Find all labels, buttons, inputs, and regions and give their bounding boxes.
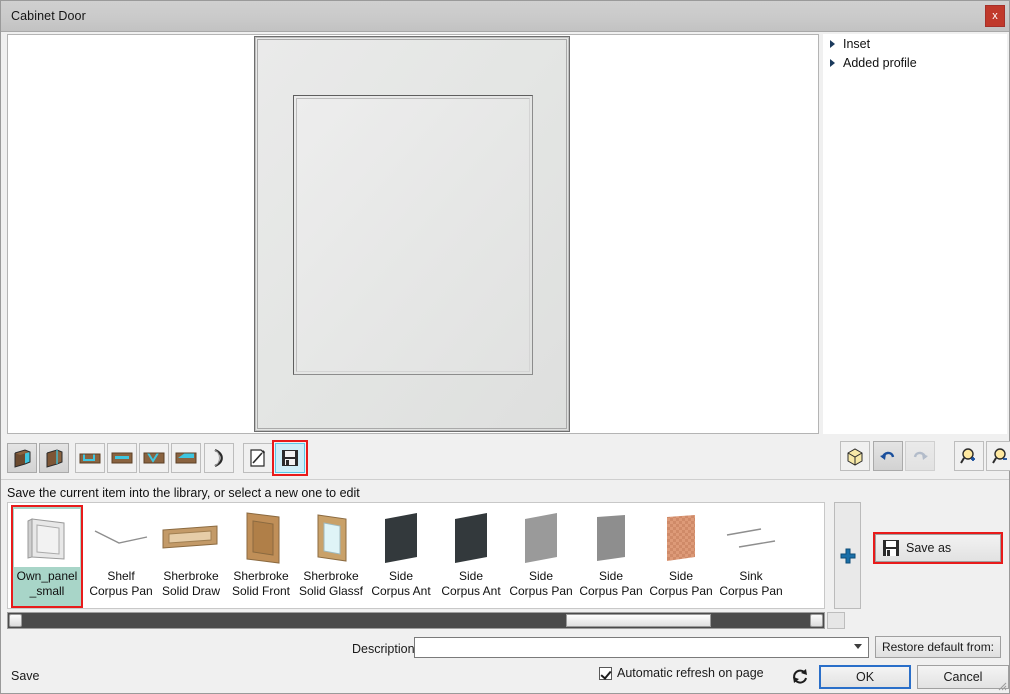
- library-item-side-corpus-ant-1[interactable]: Side Corpus Ant: [366, 506, 436, 607]
- zoom-out-icon[interactable]: [986, 441, 1010, 471]
- scroll-right-icon[interactable]: [810, 614, 823, 627]
- library-item-sink-corpus-pan[interactable]: Sink Corpus Pan: [716, 506, 786, 607]
- refresh-button[interactable]: [789, 665, 811, 687]
- zoom-in-icon[interactable]: [954, 441, 984, 471]
- groove-u-icon[interactable]: [75, 443, 105, 473]
- ok-button[interactable]: OK: [819, 665, 911, 689]
- scroll-left-icon[interactable]: [9, 614, 22, 627]
- library-item-side-corpus-pan-1[interactable]: Side Corpus Pan: [506, 506, 576, 607]
- close-icon[interactable]: x: [985, 5, 1005, 27]
- library-item-sherbroke-solid-glassf[interactable]: Sherbroke Solid Glassf: [296, 506, 366, 607]
- triangle-right-icon[interactable]: [830, 59, 835, 67]
- library-item-side-corpus-pan-2[interactable]: Side Corpus Pan: [576, 506, 646, 607]
- door-glass-thumb: [298, 509, 364, 567]
- groove-ramp-icon[interactable]: [171, 443, 201, 473]
- floppy-icon: [882, 539, 900, 557]
- side-texture-thumb: [648, 509, 714, 567]
- side-gray-thumb: [578, 509, 644, 567]
- title-bar: Cabinet Door x: [1, 1, 1009, 32]
- save-as-button[interactable]: Save as: [875, 534, 1001, 562]
- groove-slot-icon[interactable]: [107, 443, 137, 473]
- save-floppy-icon[interactable]: [275, 443, 305, 473]
- door-panel-thumb: [14, 509, 80, 567]
- refresh-icon: [791, 667, 809, 685]
- library-item-label: Sherbroke Solid Glassf: [299, 569, 363, 599]
- tree-item-label: Added profile: [843, 56, 917, 70]
- library-item-label: Side Corpus Pan: [649, 569, 712, 599]
- library-item-shelf-corpus-pan[interactable]: Shelf Corpus Pan: [86, 506, 156, 607]
- library-item-side-corpus-ant-2[interactable]: Side Corpus Ant: [436, 506, 506, 607]
- library-item-sherbroke-solid-draw[interactable]: Sherbroke Solid Draw: [156, 506, 226, 607]
- status-hint: Save the current item into the library, …: [7, 486, 360, 500]
- save-as-label: Save as: [906, 541, 951, 555]
- add-item-button[interactable]: [834, 502, 861, 609]
- library-item-label: Side Corpus Ant: [371, 569, 430, 599]
- redo-icon: [905, 441, 935, 471]
- curve-icon[interactable]: [204, 443, 234, 473]
- library-item-side-corpus-pan-3[interactable]: Side Corpus Pan: [646, 506, 716, 607]
- library-item-label: Side Corpus Pan: [509, 569, 572, 599]
- auto-refresh-checkbox[interactable]: Automatic refresh on page: [599, 666, 764, 680]
- chevron-down-icon[interactable]: [854, 644, 862, 649]
- library-item-label: Sink Corpus Pan: [719, 569, 782, 599]
- library-item-label: Sherbroke Solid Front: [232, 569, 290, 599]
- plus-icon: [839, 547, 857, 565]
- triangle-right-icon[interactable]: [830, 40, 835, 48]
- side-dark-thumb: [368, 509, 434, 567]
- tree-item-label: Inset: [843, 37, 870, 51]
- panel-board-alt-icon[interactable]: [39, 443, 69, 473]
- cube-3d-icon[interactable]: [840, 441, 870, 471]
- description-label: Description: [352, 642, 415, 656]
- sink-line-thumb: [718, 509, 784, 567]
- main-toolbar: [1, 438, 1009, 480]
- door-inset-panel: [293, 95, 533, 375]
- library-item-label: Side Corpus Pan: [579, 569, 642, 599]
- checkbox-checked-icon[interactable]: [599, 667, 612, 680]
- save-as-highlight: Save as: [875, 534, 1001, 562]
- restore-default-button[interactable]: Restore default from:: [875, 636, 1001, 658]
- door-preview-canvas[interactable]: [7, 34, 819, 434]
- library-item-label: Sherbroke Solid Draw: [162, 569, 220, 599]
- library-strip[interactable]: Own_panel _small Shelf Corpus Pan Sherbr…: [7, 502, 825, 609]
- drawer-wood-thumb: [158, 509, 224, 567]
- description-combobox[interactable]: [414, 637, 869, 658]
- library-item-label: Own_panel _small: [17, 569, 78, 599]
- library-item-sherbroke-solid-front[interactable]: Sherbroke Solid Front: [226, 506, 296, 607]
- library-horizontal-scrollbar[interactable]: [7, 612, 825, 629]
- cabinet-door-render: [254, 36, 570, 432]
- door-panel-bevel: [296, 98, 530, 372]
- groove-v-icon[interactable]: [139, 443, 169, 473]
- side-dark-thumb: [438, 509, 504, 567]
- scrollbar-thumb[interactable]: [566, 614, 711, 627]
- side-gray-light-thumb: [508, 509, 574, 567]
- tree-item-added-profile[interactable]: Added profile: [823, 53, 1007, 72]
- shelf-line-thumb: [88, 509, 154, 567]
- window-title: Cabinet Door: [11, 9, 86, 23]
- scrollbar-end-cap: [827, 612, 845, 629]
- auto-refresh-label: Automatic refresh on page: [617, 666, 764, 680]
- tree-item-inset[interactable]: Inset: [823, 34, 1007, 53]
- library-item-label: Side Corpus Ant: [441, 569, 500, 599]
- resize-grip-icon[interactable]: [995, 679, 1007, 691]
- door-wood-thumb: [228, 509, 294, 567]
- edit-pencil-icon[interactable]: [243, 443, 273, 473]
- library-item-label: Shelf Corpus Pan: [89, 569, 152, 599]
- undo-icon[interactable]: [873, 441, 903, 471]
- cabinet-door-dialog: Cabinet Door x Inset Added profile: [0, 0, 1010, 694]
- properties-tree: Inset Added profile: [823, 34, 1007, 434]
- save-status-text: Save: [11, 669, 40, 683]
- library-item-own-panel-small[interactable]: Own_panel _small: [12, 506, 82, 607]
- panel-board-icon[interactable]: [7, 443, 37, 473]
